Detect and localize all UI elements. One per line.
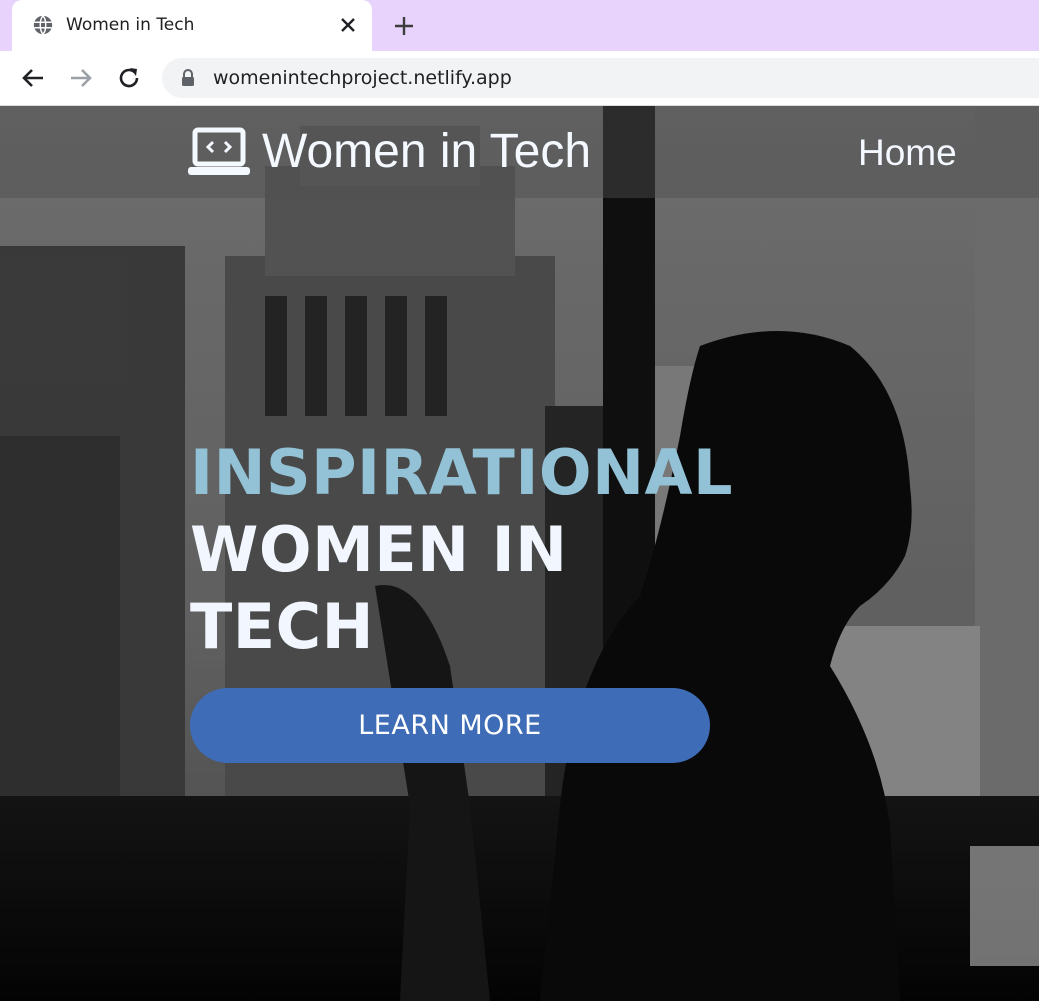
hero-heading-line3: TECH [190,590,375,663]
close-icon[interactable] [337,14,359,36]
back-arrow-icon[interactable] [19,64,47,92]
browser-tab-strip: Women in Tech [0,0,1039,51]
brand-name: Women in Tech [262,125,592,178]
site-navbar: Women in Tech Home [0,106,1039,198]
address-bar[interactable]: womenintechproject.netlify.app [162,58,1039,98]
browser-toolbar: womenintechproject.netlify.app [0,51,1039,106]
learn-more-button[interactable]: LEARN MORE [190,688,710,763]
brand-logo[interactable]: Women in Tech [188,124,591,179]
laptop-code-icon [188,127,250,175]
tab-title: Women in Tech [66,15,195,35]
browser-tab[interactable]: Women in Tech [12,0,372,51]
globe-icon [33,15,53,35]
hero-heading: INSPIRATIONAL WOMEN IN TECH [190,434,733,665]
page-viewport: Women in Tech Home INSPIRATIONAL WOMEN I… [0,106,1039,1001]
reload-icon[interactable] [115,64,143,92]
plus-icon[interactable] [392,14,416,38]
forward-arrow-icon[interactable] [67,64,95,92]
lock-icon[interactable] [180,69,196,87]
nav-link-home[interactable]: Home [858,132,957,174]
hero-heading-line2: WOMEN IN [190,513,568,586]
hero-heading-accent: INSPIRATIONAL [190,436,733,509]
url-text: womenintechproject.netlify.app [213,67,512,89]
